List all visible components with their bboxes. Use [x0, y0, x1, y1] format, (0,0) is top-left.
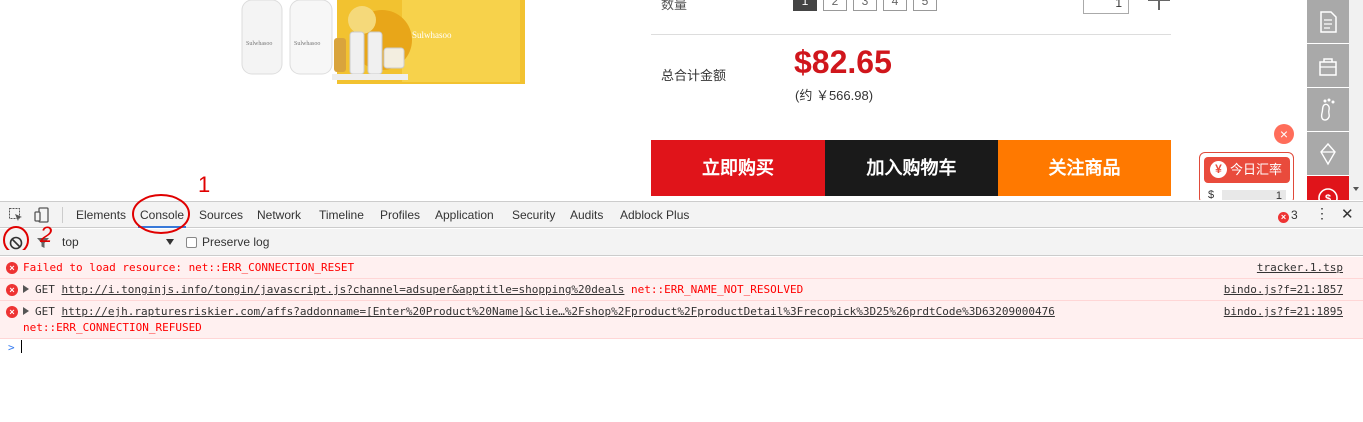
devtools-tabbar: Elements Console Sources Network Timelin…	[0, 202, 1363, 228]
quantity-increase-button[interactable]	[1148, 0, 1170, 12]
expand-triangle-icon[interactable]	[23, 307, 29, 315]
follow-product-button[interactable]: 关注商品	[998, 140, 1171, 196]
preserve-log-option[interactable]: Preserve log	[186, 235, 269, 249]
total-price: $82.65	[794, 44, 892, 80]
divider	[651, 34, 1171, 35]
error-icon: ×	[6, 262, 18, 274]
error-count-badge[interactable]: × 3	[1278, 208, 1298, 223]
error-text: Failed to load resource: net::ERR_CONNEC…	[23, 261, 355, 274]
error-code: net::ERR_NAME_NOT_RESOLVED	[631, 283, 804, 296]
tab-elements[interactable]: Elements	[74, 202, 128, 228]
tab-security[interactable]: Security	[510, 202, 557, 228]
exchange-amount-input[interactable]: 1	[1222, 190, 1286, 200]
svg-text:Sulwhasoo: Sulwhasoo	[246, 41, 272, 47]
chevron-down-icon	[166, 239, 174, 245]
svg-text:Sulwhasoo: Sulwhasoo	[294, 41, 320, 47]
error-code: net::ERR_CONNECTION_REFUSED	[23, 321, 202, 334]
add-to-cart-button[interactable]: 加入购物车	[825, 140, 998, 196]
tab-network[interactable]: Network	[255, 202, 303, 228]
text-cursor	[20, 340, 22, 353]
close-icon[interactable]: ×	[1274, 124, 1294, 144]
footprint-icon[interactable]	[1307, 88, 1349, 131]
inspect-element-icon[interactable]	[8, 207, 24, 223]
source-link[interactable]: tracker.1.tsp	[1257, 260, 1343, 276]
quantity-option-3[interactable]: 3	[853, 0, 877, 11]
error-icon: ×	[1278, 212, 1289, 223]
quantity-decrease-button[interactable]	[1042, 0, 1066, 2]
total-price-cny: (约 ￥566.98)	[795, 88, 874, 103]
request-method: GET	[35, 305, 55, 318]
console-prompt[interactable]: >	[0, 339, 1363, 357]
quantity-option-4[interactable]: 4	[883, 0, 907, 11]
web-page: Sulwhasoo Sulwhasoo Sulwhasoo 数量 1 2 3 4…	[0, 0, 1363, 200]
brand-text: Sulwhasoo	[412, 30, 452, 40]
more-options-icon[interactable]: ⋮	[1315, 205, 1329, 222]
exchange-icon[interactable]: $	[1307, 176, 1349, 200]
page-scrollbar[interactable]	[1349, 0, 1363, 200]
right-sidebar: $	[1307, 0, 1349, 200]
product-image: Sulwhasoo Sulwhasoo Sulwhasoo	[241, 0, 525, 84]
preserve-log-checkbox[interactable]	[186, 236, 197, 248]
quantity-option-5[interactable]: 5	[913, 0, 937, 11]
context-value: top	[62, 235, 79, 249]
filter-icon[interactable]	[35, 235, 51, 251]
tab-adblock-plus[interactable]: Adblock Plus	[618, 202, 691, 228]
request-url[interactable]: http://i.tonginjs.info/tongin/javascript…	[62, 283, 625, 296]
exchange-rate-widget: ¥ 今日汇率 $ 1	[1199, 152, 1294, 200]
request-url[interactable]: http://ejh.rapturesriskier.com/affs?addo…	[62, 305, 1055, 318]
buy-now-button[interactable]: 立即购买	[651, 140, 825, 196]
console-output: × Failed to load resource: net::ERR_CONN…	[0, 257, 1363, 422]
tab-profiles[interactable]: Profiles	[378, 202, 422, 228]
console-toolbar: top Preserve log	[0, 229, 1363, 256]
close-devtools-icon[interactable]: ✕	[1341, 205, 1354, 223]
prompt-icon: >	[8, 341, 15, 354]
clear-console-icon[interactable]	[8, 235, 24, 251]
source-link[interactable]: bindo.js?f=21:1857	[1224, 282, 1343, 298]
device-toolbar-icon[interactable]	[34, 207, 50, 223]
document-icon[interactable]	[1307, 0, 1349, 43]
separator	[62, 207, 63, 223]
bag-icon[interactable]	[1307, 44, 1349, 87]
source-link[interactable]: bindo.js?f=21:1895	[1224, 304, 1343, 320]
exchange-rate-label: 今日汇率	[1230, 162, 1283, 177]
error-icon: ×	[6, 284, 18, 296]
scroll-down-icon[interactable]	[1353, 187, 1359, 191]
error-icon: ×	[6, 306, 18, 318]
console-error-message: × Failed to load resource: net::ERR_CONN…	[0, 257, 1363, 279]
yen-icon: ¥	[1210, 161, 1227, 178]
preserve-log-label: Preserve log	[202, 235, 270, 249]
context-selector[interactable]: top	[58, 235, 176, 251]
svg-text:$: $	[1325, 193, 1331, 201]
tab-application[interactable]: Application	[433, 202, 496, 228]
quantity-options: 1 2 3 4 5	[793, 0, 937, 11]
tab-audits[interactable]: Audits	[568, 202, 605, 228]
tab-sources[interactable]: Sources	[197, 202, 245, 228]
quantity-option-1[interactable]: 1	[793, 0, 817, 11]
total-label: 总合计金额	[661, 68, 727, 83]
quantity-label: 数量	[661, 0, 688, 12]
tab-console[interactable]: Console	[138, 202, 187, 228]
quantity-input[interactable]: 1	[1083, 0, 1129, 14]
quantity-option-2[interactable]: 2	[823, 0, 847, 11]
devtools-panel: Elements Console Sources Network Timelin…	[0, 201, 1363, 422]
request-method: GET	[35, 283, 55, 296]
exchange-rate-button[interactable]: ¥ 今日汇率	[1204, 157, 1290, 183]
expand-triangle-icon[interactable]	[23, 285, 29, 293]
console-error-message: × GET http://i.tonginjs.info/tongin/java…	[0, 279, 1363, 301]
error-count: 3	[1291, 208, 1298, 222]
coupon-icon[interactable]	[1307, 132, 1349, 175]
tab-timeline[interactable]: Timeline	[317, 202, 366, 228]
currency-symbol: $	[1208, 189, 1215, 200]
console-error-message: × GET http://ejh.rapturesriskier.com/aff…	[0, 301, 1363, 339]
